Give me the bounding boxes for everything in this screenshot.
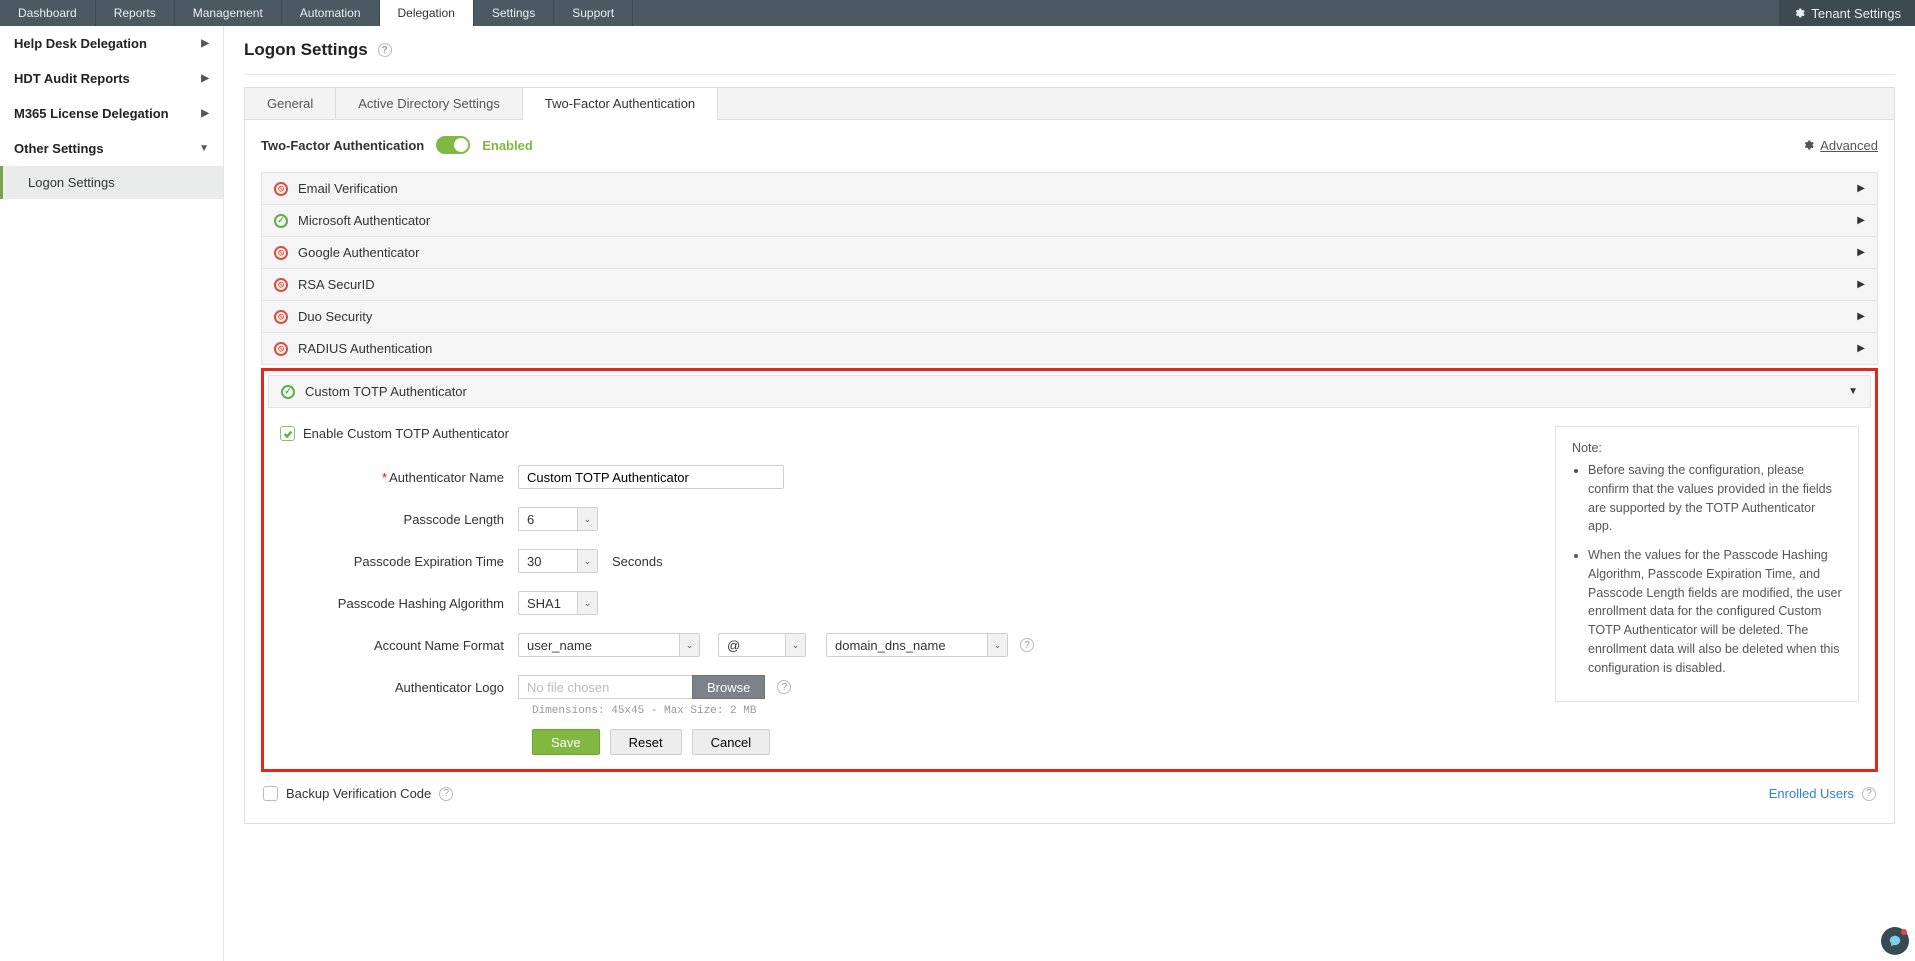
- auth-row-custom-totp[interactable]: ✓Custom TOTP Authenticator ▼: [268, 375, 1871, 408]
- note-title: Note:: [1572, 441, 1842, 455]
- enrolled-users-link[interactable]: Enrolled Users: [1769, 786, 1854, 801]
- expiration-unit-label: Seconds: [612, 554, 663, 569]
- auth-row-radius-authentication[interactable]: ⦸RADIUS Authentication ▶: [261, 332, 1878, 365]
- chevron-right-icon: ▶: [1857, 343, 1865, 354]
- chevron-right-icon: ▶: [1857, 311, 1865, 322]
- gear-icon: [1793, 7, 1805, 19]
- sidebar-subitem-logon-settings[interactable]: Logon Settings: [0, 166, 223, 199]
- chevron-right-icon: ▶: [201, 73, 209, 84]
- account-format-seg2-select[interactable]: @⌄: [718, 633, 806, 657]
- custom-totp-highlight: ✓Custom TOTP Authenticator ▼ Enable Cust…: [261, 368, 1878, 772]
- enabled-icon: ✓: [281, 385, 295, 399]
- subtabs: General Active Directory Settings Two-Fa…: [244, 87, 1895, 119]
- backup-verification-checkbox[interactable]: [263, 786, 278, 801]
- sidebar-item-help-desk-delegation[interactable]: Help Desk Delegation▶: [0, 26, 223, 61]
- hashing-algorithm-select[interactable]: SHA1⌄: [518, 591, 598, 615]
- chevron-down-icon: ▼: [1848, 386, 1858, 397]
- chevron-right-icon: ▶: [1857, 215, 1865, 226]
- enable-custom-totp-label: Enable Custom TOTP Authenticator: [303, 426, 509, 441]
- subtab-general[interactable]: General: [245, 88, 336, 119]
- authenticator-name-input[interactable]: [518, 465, 784, 489]
- subtab-ad-settings[interactable]: Active Directory Settings: [336, 88, 523, 119]
- chevron-down-icon: ⌄: [987, 634, 1007, 656]
- help-icon[interactable]: ?: [777, 680, 791, 694]
- tenant-settings-button[interactable]: Tenant Settings: [1779, 0, 1915, 26]
- help-icon[interactable]: ?: [1020, 638, 1034, 652]
- auth-row-email-verification[interactable]: ⦸Email Verification ▶: [261, 172, 1878, 205]
- disabled-icon: ⦸: [274, 342, 288, 356]
- account-format-seg1-select[interactable]: user_name⌄: [518, 633, 700, 657]
- panel-2fa: Two-Factor Authentication Enabled Advanc…: [244, 119, 1895, 824]
- subtab-2fa[interactable]: Two-Factor Authentication: [523, 88, 718, 120]
- note-item: Before saving the configuration, please …: [1588, 461, 1842, 536]
- tab-reports[interactable]: Reports: [96, 0, 175, 26]
- save-button[interactable]: Save: [532, 729, 600, 755]
- browse-button[interactable]: Browse: [692, 675, 765, 699]
- tfa-enabled-text: Enabled: [482, 138, 533, 153]
- chevron-right-icon: ▶: [1857, 279, 1865, 290]
- advanced-link[interactable]: Advanced: [1802, 138, 1878, 153]
- help-icon[interactable]: ?: [1862, 787, 1876, 801]
- chevron-down-icon: ⌄: [679, 634, 699, 656]
- enabled-icon: ✓: [274, 214, 288, 228]
- tab-management[interactable]: Management: [175, 0, 282, 26]
- chevron-down-icon: ⌄: [577, 592, 597, 614]
- top-nav: Dashboard Reports Management Automation …: [0, 0, 1915, 26]
- auth-row-rsa-securid[interactable]: ⦸RSA SecurID ▶: [261, 268, 1878, 301]
- sidebar-item-other-settings[interactable]: Other Settings▼: [0, 131, 223, 166]
- logo-hint: Dimensions: 45x45 - Max Size: 2 MB: [532, 705, 1535, 717]
- logo-file-display: No file chosen: [518, 675, 692, 699]
- gear-icon: [1802, 139, 1814, 151]
- enable-custom-totp-checkbox[interactable]: [280, 426, 295, 441]
- help-icon[interactable]: ?: [439, 787, 453, 801]
- disabled-icon: ⦸: [274, 278, 288, 292]
- chat-fab[interactable]: [1881, 927, 1909, 955]
- main-content: Logon Settings ? General Active Director…: [224, 26, 1915, 961]
- page-title: Logon Settings: [244, 40, 368, 60]
- tenant-settings-label: Tenant Settings: [1811, 6, 1901, 21]
- tab-dashboard[interactable]: Dashboard: [0, 0, 96, 26]
- help-icon[interactable]: ?: [378, 43, 392, 57]
- tab-automation[interactable]: Automation: [282, 0, 380, 26]
- chevron-right-icon: ▶: [1857, 247, 1865, 258]
- chevron-down-icon: ⌄: [577, 550, 597, 572]
- chevron-right-icon: ▶: [201, 108, 209, 119]
- tfa-toggle[interactable]: [436, 136, 470, 154]
- chevron-right-icon: ▶: [1857, 183, 1865, 194]
- auth-row-google-authenticator[interactable]: ⦸Google Authenticator ▶: [261, 236, 1878, 269]
- disabled-icon: ⦸: [274, 246, 288, 260]
- tab-delegation[interactable]: Delegation: [380, 0, 474, 26]
- reset-button[interactable]: Reset: [610, 729, 682, 755]
- auth-row-microsoft-authenticator[interactable]: ✓Microsoft Authenticator ▶: [261, 204, 1878, 237]
- chat-icon: [1888, 934, 1902, 948]
- note-box: Note: Before saving the configuration, p…: [1555, 426, 1859, 702]
- cancel-button[interactable]: Cancel: [692, 729, 770, 755]
- backup-verification-label: Backup Verification Code: [286, 786, 431, 801]
- tfa-label: Two-Factor Authentication: [261, 138, 424, 153]
- tab-support[interactable]: Support: [554, 0, 633, 26]
- passcode-expiration-select[interactable]: 30⌄: [518, 549, 598, 573]
- chevron-right-icon: ▶: [201, 38, 209, 49]
- tab-settings[interactable]: Settings: [474, 0, 554, 26]
- chevron-down-icon: ▼: [199, 143, 209, 154]
- passcode-length-select[interactable]: 6⌄: [518, 507, 598, 531]
- account-format-seg3-select[interactable]: domain_dns_name⌄: [826, 633, 1008, 657]
- sidebar-item-hdt-audit-reports[interactable]: HDT Audit Reports▶: [0, 61, 223, 96]
- chevron-down-icon: ⌄: [785, 634, 805, 656]
- chevron-down-icon: ⌄: [577, 508, 597, 530]
- sidebar: Help Desk Delegation▶ HDT Audit Reports▶…: [0, 26, 224, 961]
- auth-row-duo-security[interactable]: ⦸Duo Security ▶: [261, 300, 1878, 333]
- sidebar-item-m365-license-delegation[interactable]: M365 License Delegation▶: [0, 96, 223, 131]
- disabled-icon: ⦸: [274, 182, 288, 196]
- disabled-icon: ⦸: [274, 310, 288, 324]
- note-item: When the values for the Passcode Hashing…: [1588, 546, 1842, 677]
